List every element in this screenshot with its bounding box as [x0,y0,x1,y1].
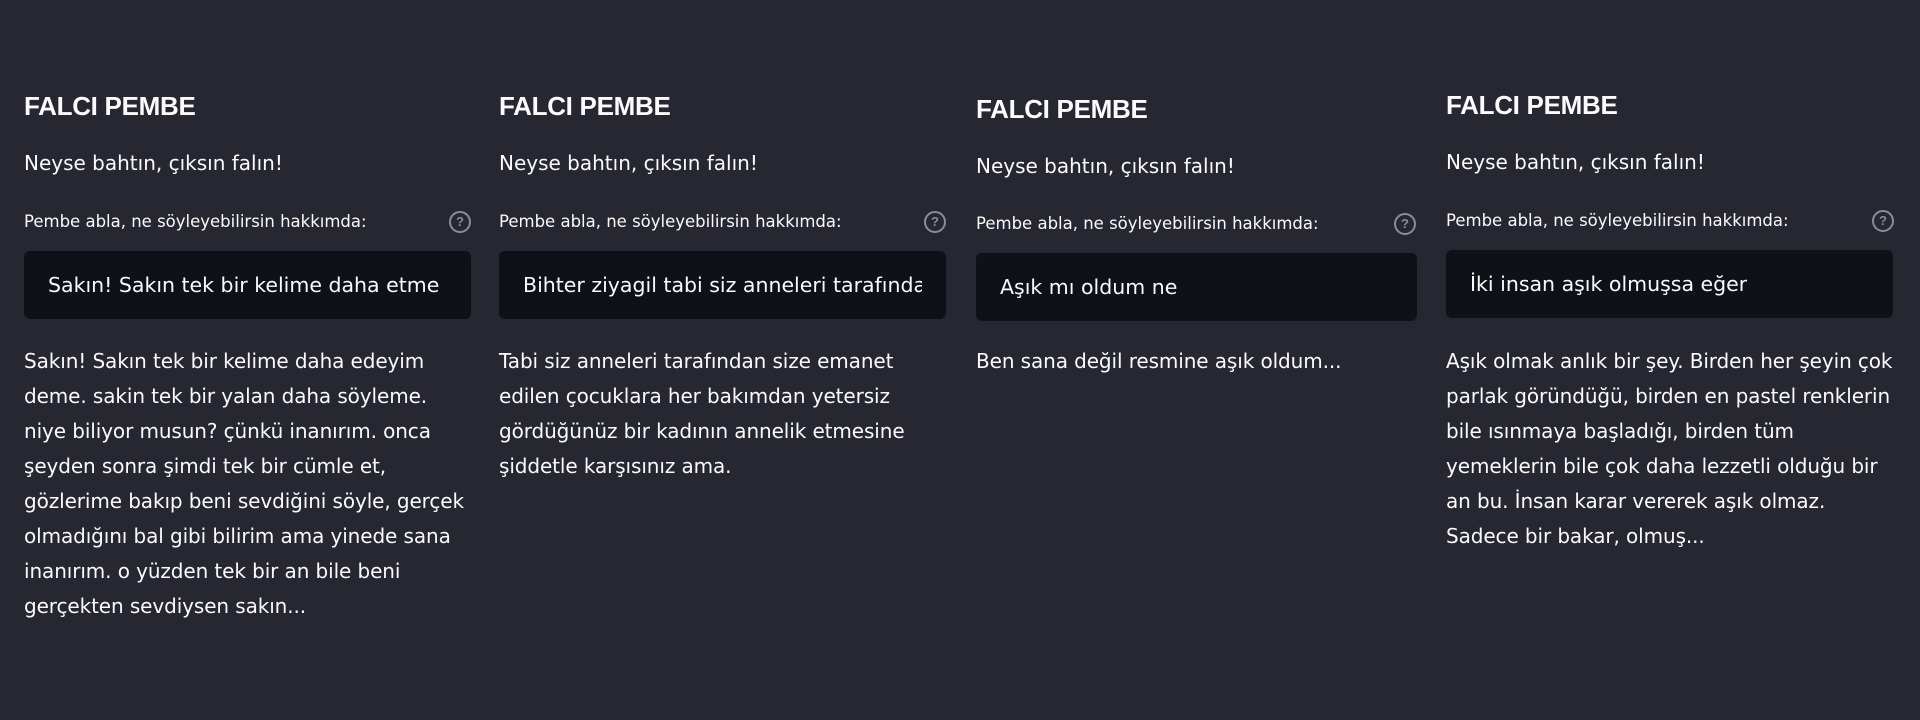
input-value: Sakın! Sakın tek bir kelime daha etme [48,273,440,297]
question-circle-icon[interactable]: ? [1394,213,1416,235]
fortune-text-input[interactable]: Bihter ziyagil tabi siz anneleri tarafın… [499,251,946,319]
app-subtitle: Neyse bahtın, çıksın falın! [24,151,283,175]
input-label: Pembe abla, ne söyleyebilirsin hakkımda: [24,212,367,231]
input-label: Pembe abla, ne söyleyebilirsin hakkımda: [1446,211,1789,230]
question-circle-icon[interactable]: ? [1872,210,1894,232]
input-label: Pembe abla, ne söyleyebilirsin hakkımda: [499,212,842,231]
input-label: Pembe abla, ne söyleyebilirsin hakkımda: [976,214,1319,233]
app-subtitle: Neyse bahtın, çıksın falın! [499,151,758,175]
app-title: FALCI PEMBE [499,91,671,121]
fortune-text-input[interactable]: Sakın! Sakın tek bir kelime daha etme [24,251,471,319]
fortune-text-input[interactable]: Aşık mı oldum ne [976,253,1417,321]
fortune-response: Aşık olmak anlık bir şey. Birden her şey… [1446,349,1893,548]
fortune-text-input[interactable]: İki insan aşık olmuşsa eğer [1446,250,1893,318]
input-value: İki insan aşık olmuşsa eğer [1470,272,1748,296]
fortune-response: Sakın! Sakın tek bir kelime daha edeyim … [24,349,464,618]
fortune-response: Ben sana değil resmine aşık oldum... [976,349,1342,373]
app-subtitle: Neyse bahtın, çıksın falın! [1446,150,1705,174]
app-title: FALCI PEMBE [1446,90,1618,120]
app-subtitle: Neyse bahtın, çıksın falın! [976,154,1235,178]
app-title: FALCI PEMBE [24,91,196,121]
app-title: FALCI PEMBE [976,94,1148,124]
input-value: Bihter ziyagil tabi siz anneleri tarafın… [523,273,922,297]
question-circle-icon[interactable]: ? [449,211,471,233]
input-value: Aşık mı oldum ne [1000,275,1178,299]
fortune-response: Tabi siz anneleri tarafından size emanet… [499,349,905,478]
question-circle-icon[interactable]: ? [924,211,946,233]
